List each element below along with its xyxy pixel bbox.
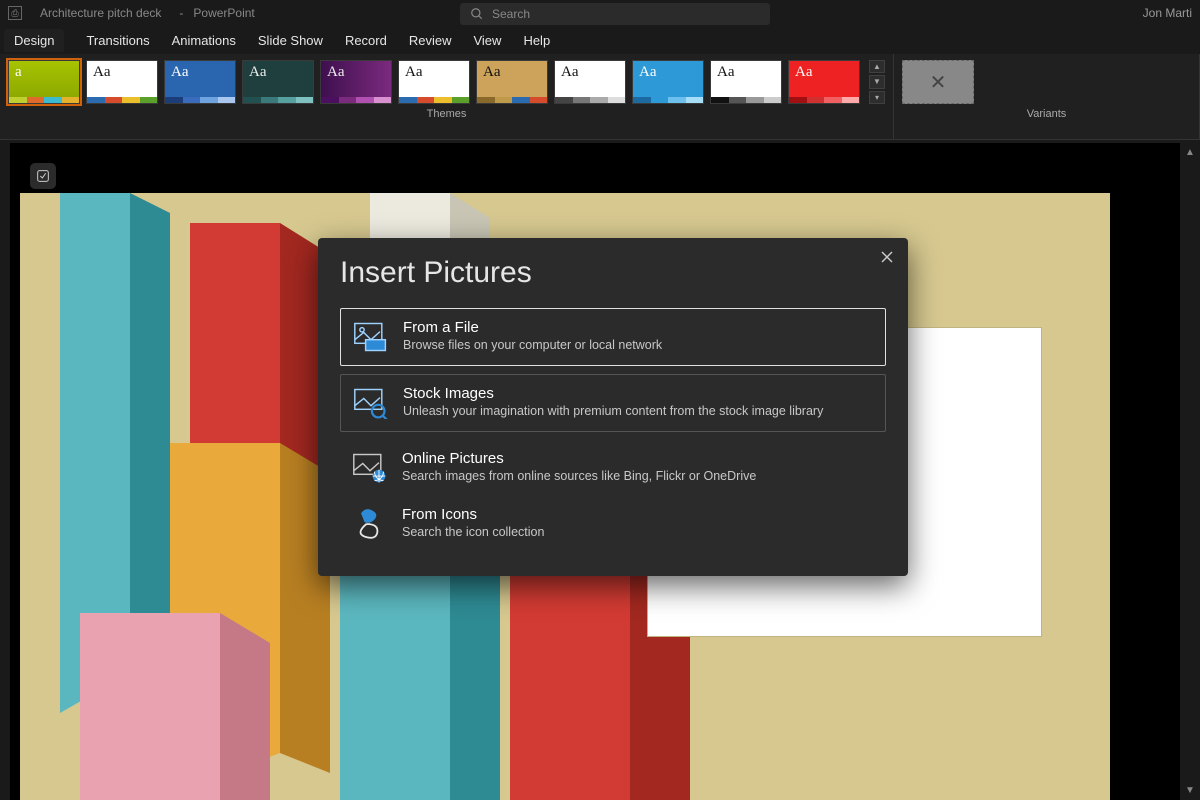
option-desc: Search the icon collection bbox=[402, 525, 544, 539]
stock-images-icon bbox=[353, 385, 389, 421]
variant-thumb[interactable] bbox=[902, 60, 974, 104]
option-desc: Browse files on your computer or local n… bbox=[403, 338, 662, 352]
theme-thumb[interactable]: Aa bbox=[86, 60, 158, 104]
designer-icon bbox=[35, 168, 51, 184]
online-pictures-icon bbox=[352, 450, 388, 486]
theme-thumb[interactable]: Aa bbox=[788, 60, 860, 104]
theme-gallery-more[interactable]: ▲▼▾ bbox=[869, 60, 885, 104]
tab-transitions[interactable]: Transitions bbox=[86, 33, 149, 48]
from-file-icon bbox=[353, 319, 389, 355]
dialog-title: Insert Pictures bbox=[340, 256, 886, 290]
option-desc: Unleash your imagination with premium co… bbox=[403, 404, 823, 418]
ribbon: a Aa Aa Aa Aa Aa Aa Aa Aa Aa Aa ▲▼▾ Them… bbox=[0, 54, 1200, 140]
close-icon bbox=[881, 251, 893, 263]
theme-thumb[interactable]: Aa bbox=[710, 60, 782, 104]
tab-record[interactable]: Record bbox=[345, 33, 387, 48]
group-label-variants: Variants bbox=[902, 108, 1191, 120]
theme-thumb[interactable]: Aa bbox=[320, 60, 392, 104]
tab-design[interactable]: Design bbox=[4, 29, 64, 52]
tab-slide-show[interactable]: Slide Show bbox=[258, 33, 323, 48]
tab-view[interactable]: View bbox=[473, 33, 501, 48]
insert-pictures-dialog: Insert Pictures From a File Browse files… bbox=[318, 238, 908, 576]
document-sep: - bbox=[179, 6, 183, 20]
option-from-file[interactable]: From a File Browse files on your compute… bbox=[340, 308, 886, 366]
theme-thumb[interactable]: Aa bbox=[164, 60, 236, 104]
document-title: Architecture pitch deck bbox=[40, 6, 161, 20]
theme-thumb[interactable]: Aa bbox=[476, 60, 548, 104]
tab-animations[interactable]: Animations bbox=[172, 33, 236, 48]
search-placeholder: Search bbox=[492, 7, 530, 21]
scroll-up-icon[interactable]: ▲ bbox=[1185, 147, 1195, 158]
close-button[interactable] bbox=[878, 248, 896, 266]
theme-thumb[interactable]: Aa bbox=[554, 60, 626, 104]
theme-thumb[interactable]: a bbox=[8, 60, 80, 104]
chevron-down-icon: ▾ bbox=[869, 91, 885, 104]
search-icon bbox=[470, 7, 484, 21]
user-name[interactable]: Jon Marti bbox=[1143, 6, 1192, 20]
option-desc: Search images from online sources like B… bbox=[402, 469, 756, 483]
vertical-scrollbar[interactable]: ▲ ▼ bbox=[1182, 143, 1198, 800]
app-name: PowerPoint bbox=[193, 6, 254, 20]
option-online-pictures[interactable]: Online Pictures Search images from onlin… bbox=[340, 440, 886, 496]
theme-thumb[interactable]: Aa bbox=[242, 60, 314, 104]
quick-access-icon[interactable]: ⎙ bbox=[8, 6, 22, 20]
option-title: From Icons bbox=[402, 506, 544, 523]
search-input[interactable]: Search bbox=[460, 3, 770, 25]
designer-button[interactable] bbox=[30, 163, 56, 189]
theme-thumb[interactable]: Aa bbox=[398, 60, 470, 104]
group-label-themes: Themes bbox=[8, 108, 885, 120]
option-title: From a File bbox=[403, 319, 662, 336]
from-icons-icon bbox=[352, 506, 388, 542]
tab-review[interactable]: Review bbox=[409, 33, 452, 48]
option-title: Stock Images bbox=[403, 385, 823, 402]
ribbon-tabs: Design Transitions Animations Slide Show… bbox=[0, 26, 1200, 54]
scroll-down-icon[interactable]: ▼ bbox=[1185, 785, 1195, 796]
option-from-icons[interactable]: From Icons Search the icon collection bbox=[340, 496, 886, 552]
theme-gallery: a Aa Aa Aa Aa Aa Aa Aa Aa Aa Aa ▲▼▾ bbox=[8, 60, 885, 104]
option-title: Online Pictures bbox=[402, 450, 756, 467]
tab-help[interactable]: Help bbox=[523, 33, 550, 48]
theme-thumb[interactable]: Aa bbox=[632, 60, 704, 104]
option-stock-images[interactable]: Stock Images Unleash your imagination wi… bbox=[340, 374, 886, 432]
